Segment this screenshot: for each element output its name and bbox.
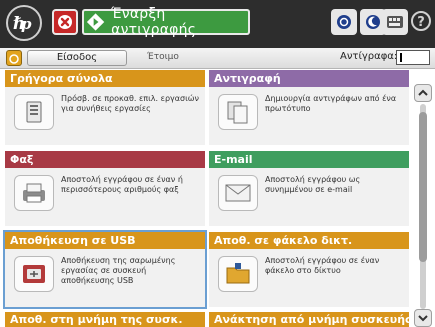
sign-in-button[interactable]: Είσοδος <box>27 50 127 66</box>
tile-title: Φαξ <box>5 151 205 168</box>
tile-title: Γρήγορα σύνολα <box>5 70 205 87</box>
fax-tile[interactable]: Φαξ Αποστολή εγγράφου σε έναν ή περισσότ… <box>5 151 205 226</box>
copy-icon <box>218 94 258 130</box>
fax-icon <box>14 175 54 211</box>
tile-title: Αποθ. σε φάκελο δικτ. <box>209 232 409 249</box>
tile-title: Ανάκτηση από μνήμη συσκευής <box>209 312 409 327</box>
home-button[interactable] <box>6 50 22 66</box>
hp-logo-icon[interactable]: ℏp <box>6 5 42 41</box>
network-icon <box>337 15 351 29</box>
scroll-down-button[interactable] <box>414 309 432 327</box>
start-icon <box>86 13 105 31</box>
status-bar: Είσοδος Έτοιμο Αντίγραφα: <box>0 48 435 69</box>
network-button[interactable] <box>331 9 357 35</box>
usb-icon <box>14 256 54 292</box>
save-to-network-folder-tile[interactable]: Αποθ. σε φάκελο δικτ. Αποστολή εγγράφου … <box>209 232 409 307</box>
tile-title: E-mail <box>209 151 409 168</box>
quick-sets-icon <box>14 94 54 130</box>
chevron-up-icon <box>418 89 428 96</box>
help-icon: ? <box>411 11 431 31</box>
email-icon <box>218 175 258 211</box>
save-to-device-memory-tile[interactable]: Αποθ. στη μνήμη της συσκ. <box>5 312 205 327</box>
email-tile[interactable]: E-mail Αποστολή εγγράφου ως συνημμένου σ… <box>209 151 409 226</box>
tile-title: Αποθήκευση σε USB <box>5 232 205 249</box>
tile-title: Αντιγραφή <box>209 70 409 87</box>
save-to-usb-tile[interactable]: Αποθήκευση σε USB Αποθήκευση της σαρωμέν… <box>5 232 205 307</box>
copy-tile[interactable]: Αντιγραφή Δημιουργία αντιγράφων από ένα … <box>209 70 409 145</box>
tile-description: Αποθήκευση της σαρωμένης εργασίας σε συσ… <box>61 256 176 285</box>
home-icon <box>9 54 19 64</box>
svg-text:?: ? <box>417 15 425 30</box>
tile-description: Αποστολή εγγράφου σε έναν ή περισσότερου… <box>61 175 183 194</box>
tile-description: Αποστολή εγγράφου ως συνημμένου σε e-mai… <box>265 175 361 194</box>
tile-description: Αποστολή εγγράφου σε έναν φάκελο στο δίκ… <box>265 256 380 275</box>
network-folder-icon <box>218 256 258 292</box>
scroll-up-button[interactable] <box>414 84 432 102</box>
start-copy-label: Έναρξη αντιγραφής <box>111 6 197 38</box>
sleep-icon <box>366 15 380 29</box>
help-button[interactable]: ? <box>409 9 433 33</box>
keyboard-button[interactable] <box>382 9 408 35</box>
copies-input[interactable] <box>396 50 430 65</box>
start-copy-button[interactable]: Έναρξη αντιγραφής <box>82 6 250 38</box>
svg-text:p: p <box>21 15 32 33</box>
keyboard-icon <box>387 16 403 28</box>
stop-icon <box>58 15 72 29</box>
tile-description: Δημιουργία αντιγράφων από ένα πρωτότυπο <box>265 94 397 113</box>
stop-button[interactable] <box>52 9 78 35</box>
tile-title: Αποθ. στη μνήμη της συσκ. <box>5 312 205 327</box>
top-bar: ℏp Έναρξη αντιγραφής ? <box>0 0 435 48</box>
quick-sets-tile[interactable]: Γρήγορα σύνολα Πρόσβ. σε προκαθ. επιλ. ε… <box>5 70 205 145</box>
scroll-thumb[interactable] <box>419 112 427 262</box>
tile-description: Πρόσβ. σε προκαθ. επιλ. εργασιών για συν… <box>61 94 199 113</box>
status-text: Έτοιμο <box>147 52 179 62</box>
retrieve-from-device-memory-tile[interactable]: Ανάκτηση από μνήμη συσκευής <box>209 312 409 327</box>
chevron-down-icon <box>418 315 428 322</box>
scrollbar[interactable] <box>414 84 432 327</box>
copies-label: Αντίγραφα: <box>340 51 398 62</box>
